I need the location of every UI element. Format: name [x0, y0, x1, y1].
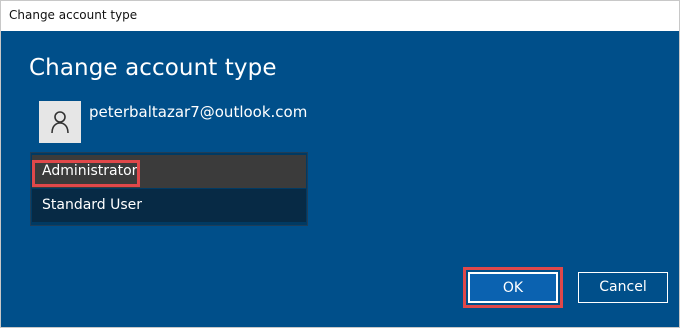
dialog-content: Change account type peterbaltazar7@outlo…: [1, 31, 679, 327]
account-type-list[interactable]: Administrator Standard User: [30, 152, 308, 226]
user-email: peterbaltazar7@outlook.com: [89, 103, 308, 121]
title-bar: Change account type: [1, 1, 679, 31]
cancel-button[interactable]: Cancel: [578, 272, 668, 303]
avatar: [39, 101, 81, 143]
ok-button[interactable]: OK: [468, 272, 558, 303]
account-option-standard-user[interactable]: Standard User: [32, 189, 306, 222]
account-option-administrator[interactable]: Administrator: [32, 155, 306, 188]
window-title: Change account type: [9, 8, 138, 22]
person-icon: [51, 111, 69, 134]
dialog-heading: Change account type: [29, 55, 277, 81]
change-account-type-window: Change account type Change account type …: [0, 0, 680, 328]
account-option-label: Administrator: [42, 163, 138, 179]
account-option-label: Standard User: [42, 197, 143, 213]
